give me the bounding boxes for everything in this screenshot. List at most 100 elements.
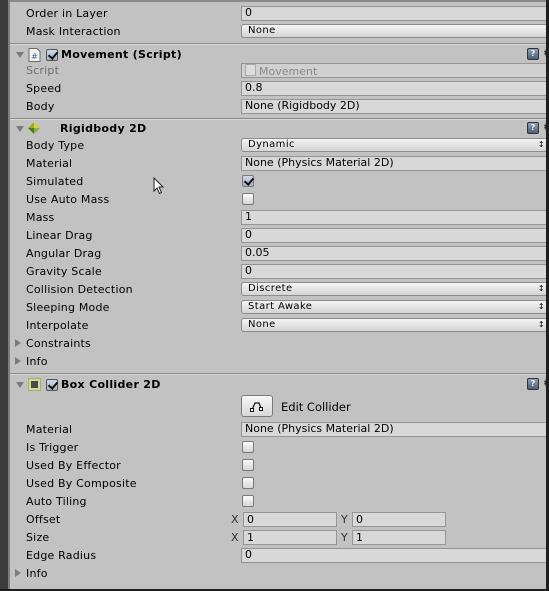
rb-material-row: Material None (Physics Material 2D) (10, 155, 547, 173)
body-field[interactable]: None (Rigidbody 2D) (241, 99, 547, 114)
collision-detection-row: Collision Detection Discrete ↕ (10, 281, 549, 299)
order-in-layer-field[interactable]: 0 (241, 6, 546, 21)
body-type-dropdown[interactable]: Dynamic ↕ (241, 138, 549, 152)
edit-collider-button[interactable] (241, 395, 273, 417)
body-type-value: Dynamic (248, 139, 295, 150)
use-auto-mass-row: Use Auto Mass (10, 191, 546, 209)
auto-tiling-checkbox[interactable] (242, 495, 254, 507)
panel-top-border (0, 0, 549, 2)
rigidbody-component-header[interactable]: Rigidbody 2D ? ⚙ (10, 119, 549, 139)
script-value: Movement (259, 65, 318, 78)
box-collider-component-header[interactable]: Box Collider 2D ? ⚙ (10, 375, 549, 395)
offset-x-field[interactable]: 0 (243, 512, 337, 527)
sleeping-mode-label: Sleeping Mode (26, 301, 110, 314)
mass-label: Mass (26, 211, 55, 224)
box-collider-enabled-checkbox[interactable] (46, 379, 58, 391)
is-trigger-checkbox[interactable] (242, 441, 254, 453)
size-y-field[interactable]: 1 (352, 530, 446, 545)
used-by-effector-label: Used By Effector (26, 459, 121, 472)
foldout-expanded-icon[interactable] (16, 382, 24, 388)
edge-radius-row: Edge Radius 0 (10, 547, 546, 565)
offset-row: Offset X 0 Y 0 (10, 511, 546, 529)
mass-field[interactable]: 1 (241, 210, 546, 225)
speed-field[interactable]: 0.8 (241, 81, 546, 96)
dropdown-arrows-icon: ↕ (537, 302, 545, 311)
script-field: Movement (241, 63, 547, 78)
used-by-composite-checkbox[interactable] (242, 477, 254, 489)
box-collider-icon (28, 378, 41, 394)
foldout-collapsed-icon[interactable] (15, 569, 21, 577)
used-by-effector-row: Used By Effector (10, 457, 546, 475)
mouse-cursor-icon (153, 177, 165, 195)
auto-tiling-label: Auto Tiling (26, 495, 87, 508)
interpolate-dropdown[interactable]: None ↕ (241, 318, 549, 332)
foldout-expanded-icon[interactable] (16, 126, 24, 132)
mask-interaction-row: Mask Interaction None (10, 23, 549, 41)
edit-collider-row: Edit Collider (10, 395, 546, 419)
dropdown-arrows-icon: ↕ (537, 284, 545, 293)
movement-enabled-checkbox[interactable] (46, 49, 58, 61)
used-by-composite-label: Used By Composite (26, 477, 137, 490)
help-icon[interactable]: ? (527, 378, 539, 390)
offset-y-label: Y (341, 513, 348, 526)
script-row: Script Movement (10, 62, 547, 80)
simulated-row: Simulated (10, 173, 546, 191)
collision-detection-dropdown[interactable]: Discrete ↕ (241, 282, 549, 296)
used-by-effector-checkbox[interactable] (242, 459, 254, 471)
speed-label: Speed (26, 82, 62, 95)
constraints-label[interactable]: Constraints (26, 337, 91, 350)
box-collider-title: Box Collider 2D (61, 378, 161, 391)
simulated-checkbox[interactable] (242, 175, 254, 187)
linear-drag-row: Linear Drag 0 (10, 227, 546, 245)
body-row: Body None (Rigidbody 2D) (10, 98, 547, 116)
body-type-label: Body Type (26, 139, 85, 152)
rigidbody-title: Rigidbody 2D (60, 122, 147, 135)
speed-row: Speed 0.8 (10, 80, 546, 98)
edge-radius-field[interactable]: 0 (241, 548, 546, 563)
mask-interaction-dropdown[interactable]: None (241, 24, 549, 38)
edit-collider-icon (250, 402, 263, 412)
foldout-collapsed-icon[interactable] (15, 357, 21, 365)
gravity-scale-field[interactable]: 0 (241, 264, 546, 279)
help-icon[interactable]: ? (527, 48, 539, 60)
angular-drag-field[interactable]: 0.05 (241, 246, 546, 261)
body-label: Body (26, 100, 55, 113)
foldout-expanded-icon[interactable] (16, 52, 24, 58)
dropdown-arrows-icon: ↕ (537, 140, 545, 149)
rb-material-field[interactable]: None (Physics Material 2D) (241, 156, 547, 171)
constraints-foldout[interactable]: Constraints (10, 335, 546, 353)
size-row: Size X 1 Y 1 (10, 529, 546, 547)
rb-info-foldout[interactable]: Info (10, 353, 546, 371)
simulated-label: Simulated (26, 175, 84, 188)
mass-row: Mass 1 (10, 209, 546, 227)
bc-info-foldout[interactable]: Info (10, 565, 546, 583)
bc-info-label[interactable]: Info (26, 567, 48, 580)
interpolate-row: Interpolate None ↕ (10, 317, 549, 335)
collision-detection-label: Collision Detection (26, 283, 133, 296)
rigidbody2d-icon (27, 121, 41, 138)
foldout-collapsed-icon[interactable] (15, 339, 21, 347)
linear-drag-field[interactable]: 0 (241, 228, 546, 243)
mask-interaction-value: None (248, 25, 276, 36)
linear-drag-label: Linear Drag (26, 229, 93, 242)
offset-x-label: X (231, 513, 239, 526)
offset-y-field[interactable]: 0 (352, 512, 446, 527)
size-x-field[interactable]: 1 (243, 530, 337, 545)
use-auto-mass-checkbox[interactable] (242, 193, 254, 205)
bc-material-field[interactable]: None (Physics Material 2D) (241, 422, 547, 437)
used-by-composite-row: Used By Composite (10, 475, 546, 493)
help-icon[interactable]: ? (527, 122, 539, 134)
rb-info-label[interactable]: Info (26, 355, 48, 368)
sleeping-mode-dropdown[interactable]: Start Awake ↕ (241, 300, 549, 314)
offset-label: Offset (26, 513, 61, 526)
order-in-layer-label: Order in Layer (26, 7, 108, 20)
is-trigger-label: Is Trigger (26, 441, 79, 454)
use-auto-mass-label: Use Auto Mass (26, 193, 110, 206)
order-in-layer-row: Order in Layer 0 (10, 5, 546, 23)
dropdown-arrows-icon: ↕ (537, 320, 545, 329)
sleeping-mode-row: Sleeping Mode Start Awake ↕ (10, 299, 549, 317)
svg-text:#: # (31, 52, 38, 61)
rb-material-label: Material (26, 157, 73, 170)
size-x-label: X (231, 531, 239, 544)
mask-interaction-label: Mask Interaction (26, 25, 121, 38)
